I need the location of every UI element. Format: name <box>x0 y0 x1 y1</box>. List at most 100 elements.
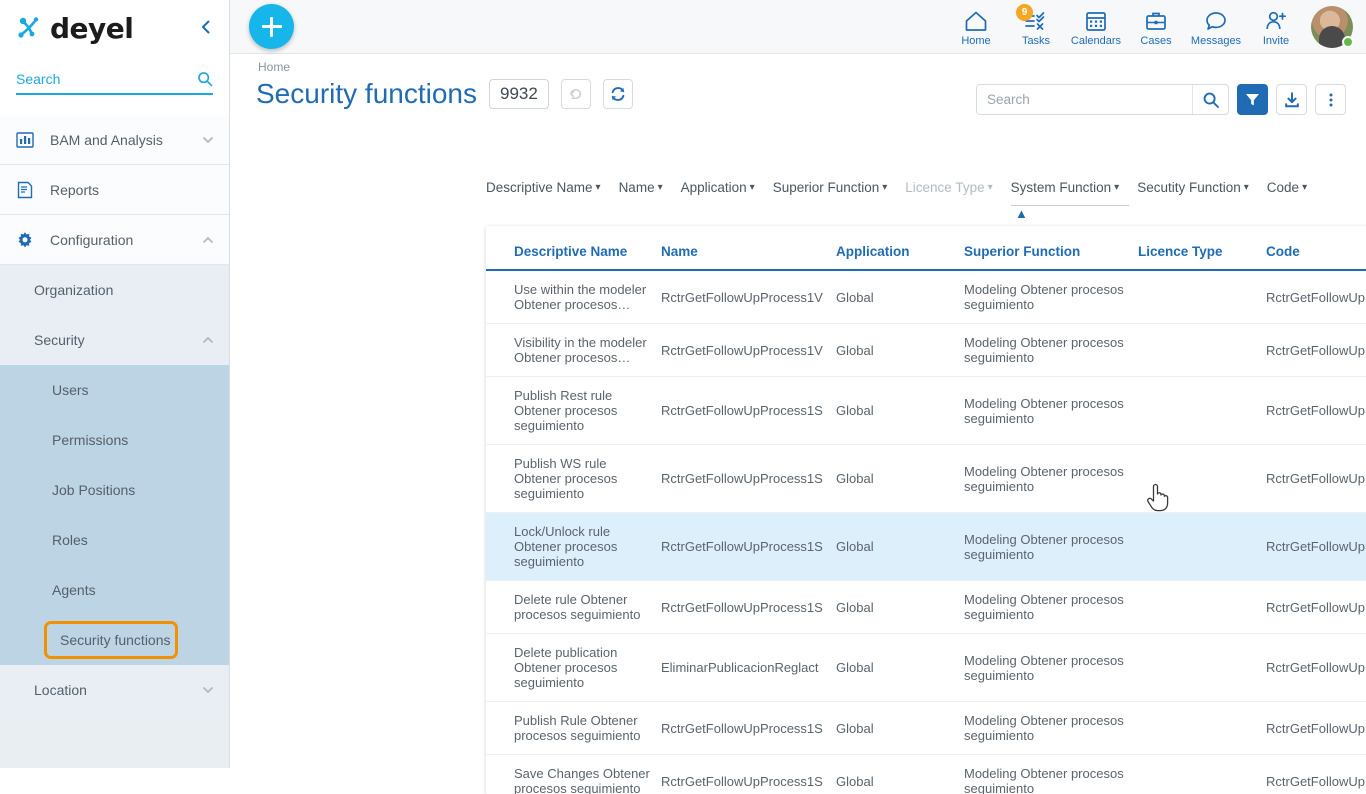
table-row[interactable]: Publish Rest rule Obtener procesos segui… <box>486 377 1366 445</box>
cell-code: RctrGetFollowUpProcess1ST3 <box>1266 634 1366 702</box>
sidebar-item-job-positions[interactable]: Job Positions <box>0 465 229 515</box>
cell-superior-function: Modeling Obtener procesos seguimiento <box>964 324 1138 377</box>
table-row[interactable]: Save Changes Obtener procesos seguimient… <box>486 755 1366 794</box>
refresh-button[interactable] <box>603 79 633 109</box>
tasks-badge: 9 <box>1016 4 1033 21</box>
table-header: Descriptive Name Name Application Superi… <box>486 226 1366 270</box>
chevron-left-icon[interactable] <box>197 18 215 36</box>
header-item-invite[interactable]: Invite <box>1246 0 1306 54</box>
cell-licence-type <box>1138 755 1266 794</box>
column-header-descriptive-name[interactable]: Descriptive Name <box>486 226 661 270</box>
sidebar-item-configuration[interactable]: Configuration <box>0 215 229 265</box>
filter-label: Superior Function <box>773 180 880 195</box>
cell-application: Global <box>836 270 964 324</box>
sidebar-item-label: BAM and Analysis <box>50 132 201 148</box>
filter-label: Secutity Function <box>1137 180 1241 195</box>
chevron-down-icon: ▾ <box>882 182 887 193</box>
filter-licence-type[interactable]: Licence Type ▾ <box>905 180 1002 198</box>
undo-button[interactable] <box>561 79 591 109</box>
status-badge <box>1342 36 1354 48</box>
header-item-label: Cases <box>1140 35 1171 47</box>
brand-name: deyel <box>50 12 133 45</box>
top-header: Home 9 Tasks <box>230 0 1366 54</box>
header-item-home[interactable]: Home <box>946 0 1006 54</box>
table-row[interactable]: Publish WS rule Obtener procesos seguimi… <box>486 445 1366 513</box>
cell-licence-type <box>1138 702 1266 755</box>
search-icon[interactable] <box>197 70 213 88</box>
sidebar-item-bam-and-analysis[interactable]: BAM and Analysis <box>0 115 229 165</box>
table-row[interactable]: Publish Rule Obtener procesos seguimient… <box>486 702 1366 755</box>
sidebar-item-security[interactable]: Security <box>0 315 229 365</box>
filter-descriptive-name[interactable]: Descriptive Name ▾ <box>486 180 611 198</box>
filter-code[interactable]: Code ▾ <box>1267 180 1317 198</box>
sidebar-item-organization[interactable]: Organization <box>0 265 229 315</box>
download-icon <box>1283 91 1301 109</box>
header-item-messages[interactable]: Messages <box>1186 0 1246 54</box>
add-new-button[interactable] <box>249 4 294 49</box>
sidebar-search-input[interactable] <box>16 71 197 87</box>
sidebar-item-permissions[interactable]: Permissions <box>0 415 229 465</box>
cell-name: EliminarPublicacionReglact <box>661 634 836 702</box>
table-row[interactable]: Lock/Unlock rule Obtener procesos seguim… <box>486 513 1366 581</box>
filter-system-function[interactable]: System Function ▾ <box>1011 180 1130 206</box>
header-item-label: Calendars <box>1071 35 1121 47</box>
avatar[interactable] <box>1306 0 1358 54</box>
cell-code: RctrGetFollowUpProcess1V001 <box>1266 324 1366 377</box>
table-row[interactable]: Delete rule Obtener procesos seguimiento… <box>486 581 1366 634</box>
filter-superior-function[interactable]: Superior Function ▾ <box>773 180 898 198</box>
column-header-name[interactable]: Name <box>661 226 836 270</box>
sidebar: deyel BAM and Analysis <box>0 0 230 768</box>
search-input[interactable] <box>977 85 1192 114</box>
search-box <box>976 84 1229 115</box>
filter-secutity-function[interactable]: Secutity Function ▾ <box>1137 180 1259 198</box>
cell-application: Global <box>836 513 964 581</box>
security-functions-table: Descriptive Name Name Application Superi… <box>486 226 1366 794</box>
more-options-button[interactable] <box>1315 84 1346 115</box>
cell-descriptive-name: Lock/Unlock rule Obtener procesos seguim… <box>486 513 661 581</box>
filter-button[interactable] <box>1237 84 1268 115</box>
header-item-calendars[interactable]: Calendars <box>1066 0 1126 54</box>
chevron-down-icon: ▾ <box>658 182 663 193</box>
header-item-tasks[interactable]: 9 Tasks <box>1006 0 1066 54</box>
sidebar-item-agents[interactable]: Agents <box>0 565 229 615</box>
cell-application: Global <box>836 324 964 377</box>
chevron-up-icon <box>201 233 215 247</box>
cell-code: RctrGetFollowUpProcess1V002 <box>1266 270 1366 324</box>
filter-name[interactable]: Name ▾ <box>619 180 673 198</box>
cell-code: RctrGetFollowUpProcess1ST7 <box>1266 377 1366 445</box>
header-item-cases[interactable]: Cases <box>1126 0 1186 54</box>
sidebar-item-security-functions[interactable]: Security functions <box>0 615 229 665</box>
column-header-code[interactable]: Code <box>1266 226 1366 270</box>
sidebar-item-location[interactable]: Location <box>0 665 229 715</box>
cell-name: RctrGetFollowUpProcess1S <box>661 755 836 794</box>
briefcase-icon <box>1144 8 1168 34</box>
cell-descriptive-name: Publish WS rule Obtener procesos seguimi… <box>486 445 661 513</box>
report-icon <box>16 181 38 199</box>
cell-application: Global <box>836 445 964 513</box>
column-header-application[interactable]: Application <box>836 226 964 270</box>
sidebar-item-label: Permissions <box>52 432 128 448</box>
search-button[interactable] <box>1192 84 1228 115</box>
table-row[interactable]: Use within the modeler Obtener procesos…… <box>486 270 1366 324</box>
sidebar-item-users[interactable]: Users <box>0 365 229 415</box>
column-header-superior-function[interactable]: Superior Function <box>964 226 1138 270</box>
calendar-icon <box>1084 8 1108 34</box>
table-body: Use within the modeler Obtener procesos…… <box>486 270 1366 794</box>
breadcrumb[interactable]: Home <box>258 60 290 74</box>
filter-application[interactable]: Application ▾ <box>681 180 765 198</box>
download-button[interactable] <box>1276 84 1307 115</box>
column-header-licence-type[interactable]: Licence Type <box>1138 226 1266 270</box>
sidebar-item-roles[interactable]: Roles <box>0 515 229 565</box>
cell-descriptive-name: Save Changes Obtener procesos seguimient… <box>486 755 661 794</box>
filter-label: System Function <box>1011 180 1112 195</box>
cell-superior-function: Modeling Obtener procesos seguimiento <box>964 755 1138 794</box>
table-row[interactable]: Visibility in the modeler Obtener proces… <box>486 324 1366 377</box>
cell-descriptive-name: Publish Rule Obtener procesos seguimient… <box>486 702 661 755</box>
cell-name: RctrGetFollowUpProcess1S <box>661 513 836 581</box>
table-row[interactable]: Delete publication Obtener procesos segu… <box>486 634 1366 702</box>
cell-licence-type <box>1138 270 1266 324</box>
sidebar-item-reports[interactable]: Reports <box>0 165 229 215</box>
user-add-icon <box>1264 8 1288 34</box>
chevron-down-icon: ▾ <box>1244 182 1249 193</box>
sidebar-item-label: Roles <box>52 532 88 548</box>
